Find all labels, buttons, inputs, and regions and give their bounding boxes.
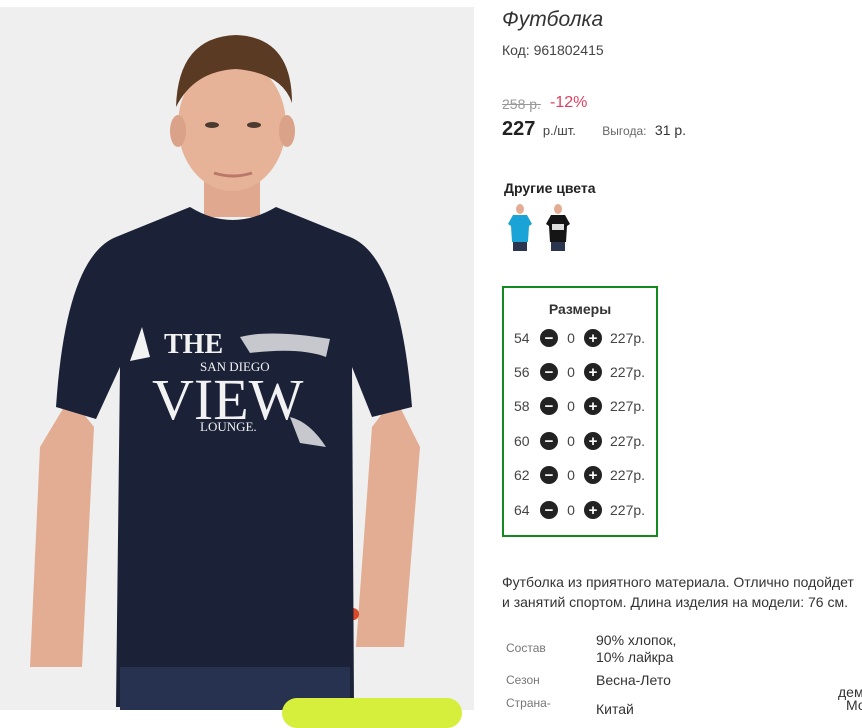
quantity-value: 0 xyxy=(567,433,575,449)
decrease-quantity-button[interactable]: − xyxy=(540,329,558,347)
description-line: Футболка из приятного материала. Отлично… xyxy=(502,574,854,590)
spec-composition-line: 90% хлопок, xyxy=(596,632,677,648)
color-swatches xyxy=(504,202,574,252)
size-row-64: 64 − 0 + 227р. xyxy=(514,500,654,520)
decrease-quantity-button[interactable]: − xyxy=(540,432,558,450)
increase-quantity-button[interactable]: + xyxy=(584,501,602,519)
discount-badge: -12% xyxy=(550,94,588,111)
spec-season-value: Весна-Лето xyxy=(596,672,671,688)
size-value: 64 xyxy=(514,502,530,518)
decrease-quantity-button[interactable]: − xyxy=(540,397,558,415)
sizes-panel: Размеры 54 − 0 + 227р. 56 − 0 + 227р. 58… xyxy=(502,286,658,537)
size-value: 56 xyxy=(514,364,530,380)
spec-country-label: Страна- xyxy=(506,696,551,710)
size-value: 54 xyxy=(514,330,530,346)
size-row-60: 60 − 0 + 227р. xyxy=(514,431,654,451)
description-line: и занятий спортом. Длина изделия на моде… xyxy=(502,594,848,610)
increase-quantity-button[interactable]: + xyxy=(584,466,602,484)
decrease-quantity-button[interactable]: − xyxy=(540,501,558,519)
color-swatch-blue[interactable] xyxy=(504,202,536,252)
size-price: 227р. xyxy=(610,433,646,449)
sizes-title: Размеры xyxy=(548,301,612,317)
savings-label: Выгода: xyxy=(602,124,647,138)
increase-quantity-button[interactable]: + xyxy=(584,363,602,381)
spec-season-label: Сезон xyxy=(506,673,540,687)
size-price: 227р. xyxy=(610,364,646,380)
product-info: Футболка Код: 961802415 258 р. -12% 227 … xyxy=(502,0,862,717)
quantity-value: 0 xyxy=(567,467,575,483)
quantity-value: 0 xyxy=(567,398,575,414)
svg-text:LOUNGE.: LOUNGE. xyxy=(200,419,257,434)
increase-quantity-button[interactable]: + xyxy=(584,432,602,450)
spec-composition-value: 90% хлопок, 10% лайкра xyxy=(596,632,676,666)
size-value: 60 xyxy=(514,433,530,449)
size-price: 227р. xyxy=(610,467,646,483)
quantity-value: 0 xyxy=(567,502,575,518)
price-row: 227 р./шт. Выгода: 31 р. xyxy=(502,118,686,141)
decrease-quantity-button[interactable]: − xyxy=(540,466,558,484)
quantity-value: 0 xyxy=(567,330,575,346)
cut-off-text: Мо xyxy=(846,697,862,713)
add-to-cart-button[interactable] xyxy=(282,698,462,728)
product-photo[interactable]: THE VIEW SAN DIEGO LOUNGE. xyxy=(0,7,474,710)
spec-composition-line: 10% лайкра xyxy=(596,649,674,665)
product-description: Футболка из приятного материала. Отлично… xyxy=(502,572,862,612)
current-price: 227 xyxy=(502,118,536,140)
decrease-quantity-button[interactable]: − xyxy=(540,363,558,381)
savings-value: 31 р. xyxy=(654,122,687,138)
tshirt-print: THE VIEW SAN DIEGO LOUNGE. xyxy=(130,327,330,447)
other-colors-title: Другие цвета xyxy=(504,180,596,196)
spec-composition-label: Состав xyxy=(506,641,546,655)
product-code: Код: 961802415 xyxy=(502,42,604,58)
size-row-54: 54 − 0 + 227р. xyxy=(514,328,654,348)
size-value: 58 xyxy=(514,398,530,414)
size-price: 227р. xyxy=(610,502,646,518)
price-unit: р./шт. xyxy=(542,123,576,138)
product-title: Футболка xyxy=(502,8,604,31)
size-row-62: 62 − 0 + 227р. xyxy=(514,465,654,485)
quantity-value: 0 xyxy=(567,364,575,380)
old-price: 258 р. xyxy=(502,96,541,112)
size-value: 62 xyxy=(514,467,530,483)
size-row-58: 58 − 0 + 227р. xyxy=(514,396,654,416)
color-swatch-black[interactable] xyxy=(542,202,574,252)
size-row-56: 56 − 0 + 227р. xyxy=(514,362,654,382)
size-price: 227р. xyxy=(610,330,646,346)
svg-text:THE: THE xyxy=(164,329,223,360)
increase-quantity-button[interactable]: + xyxy=(584,397,602,415)
svg-text:SAN DIEGO: SAN DIEGO xyxy=(200,359,270,374)
increase-quantity-button[interactable]: + xyxy=(584,329,602,347)
model-tshirt-image: THE VIEW SAN DIEGO LOUNGE. xyxy=(0,7,474,710)
size-price: 227р. xyxy=(610,398,646,414)
